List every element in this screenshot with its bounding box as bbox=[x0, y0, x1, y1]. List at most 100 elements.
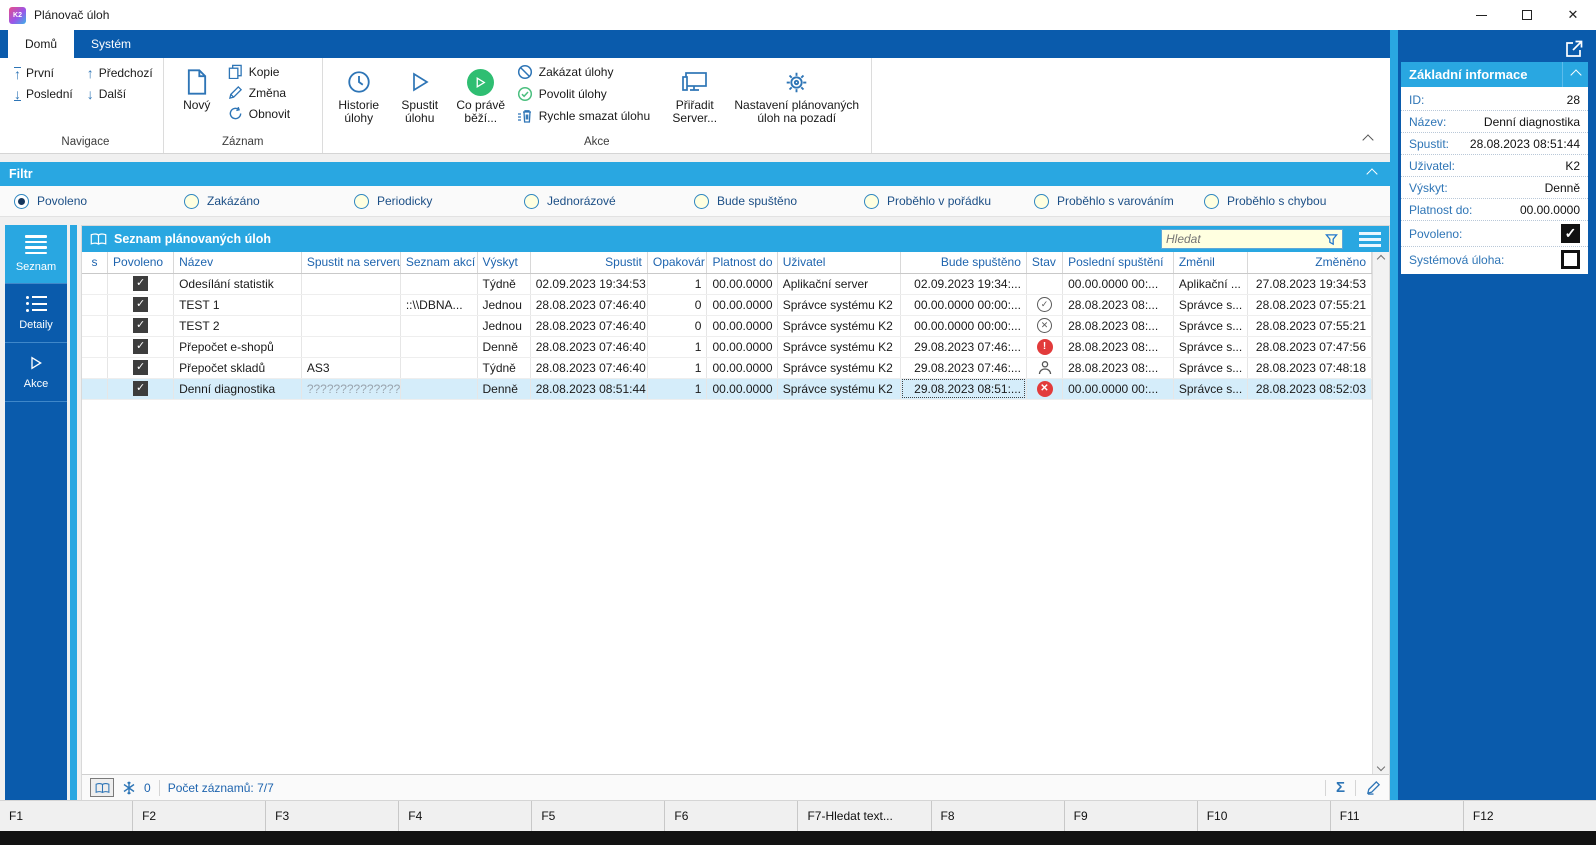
column-header-opakovar[interactable]: Opakovár bbox=[647, 252, 707, 273]
filter-option-periodicky[interactable]: Periodicky bbox=[354, 194, 524, 209]
next-button[interactable]: ↓Další bbox=[87, 87, 153, 101]
cell-akce[interactable] bbox=[400, 273, 477, 294]
cell-vyskyt[interactable]: Týdně bbox=[477, 273, 530, 294]
assign-server-button[interactable]: Přiřadit Server... bbox=[667, 58, 723, 134]
close-button[interactable]: ✕ bbox=[1550, 0, 1596, 30]
column-header-stav[interactable]: Stav bbox=[1026, 252, 1062, 273]
cell-povoleno[interactable]: ✓ bbox=[108, 378, 174, 399]
cell-s[interactable] bbox=[82, 336, 108, 357]
cell-nazev[interactable]: Odesílání statistik bbox=[174, 273, 302, 294]
sidebar-item-detaily[interactable]: Detaily bbox=[5, 284, 67, 343]
fkey-f8[interactable]: F8 bbox=[931, 801, 1064, 831]
cell-s[interactable] bbox=[82, 378, 108, 399]
column-header-server[interactable]: Spustit na serveru bbox=[301, 252, 400, 273]
cell-opakovar[interactable]: 1 bbox=[647, 357, 707, 378]
quick-delete-button[interactable]: Rychle smazat úlohu bbox=[517, 108, 659, 124]
fkey-f1[interactable]: F1 bbox=[0, 801, 132, 831]
column-header-nazev[interactable]: Název bbox=[174, 252, 302, 273]
cell-vyskyt[interactable]: Jednou bbox=[477, 315, 530, 336]
column-header-povoleno[interactable]: Povoleno bbox=[108, 252, 174, 273]
cell-zmeneno[interactable]: 28.08.2023 07:55:21 bbox=[1248, 294, 1372, 315]
cell-opakovar[interactable]: 1 bbox=[647, 273, 707, 294]
filter-option-povoleno[interactable]: Povoleno bbox=[14, 194, 184, 209]
fkey-f6[interactable]: F6 bbox=[664, 801, 797, 831]
table-row[interactable]: ✓TEST 1::\\DBNA...Jednou28.08.2023 07:46… bbox=[82, 294, 1372, 315]
checkbox-unchecked-icon[interactable] bbox=[1561, 250, 1580, 269]
cell-akce[interactable] bbox=[400, 357, 477, 378]
column-header-spustit[interactable]: Spustit bbox=[530, 252, 647, 273]
cell-bude[interactable]: 00.00.0000 00:00:... bbox=[901, 294, 1027, 315]
cell-bude[interactable]: 29.08.2023 07:46:... bbox=[901, 357, 1027, 378]
checkbox-checked-icon[interactable]: ✓ bbox=[1561, 224, 1580, 243]
cell-bude[interactable]: 29.08.2023 08:51:... bbox=[901, 378, 1027, 399]
sidebar-splitter[interactable] bbox=[70, 225, 77, 800]
cell-posledni[interactable]: 28.08.2023 08:... bbox=[1063, 315, 1174, 336]
cell-spustit[interactable]: 28.08.2023 08:51:44 bbox=[530, 378, 647, 399]
cell-nazev[interactable]: Přepočet e-shopů bbox=[174, 336, 302, 357]
cell-povoleno[interactable]: ✓ bbox=[108, 273, 174, 294]
filter-option-prob-hlo-s-varov-n-m[interactable]: Proběhlo s varováním bbox=[1034, 194, 1204, 209]
cell-posledni[interactable]: 00.00.0000 00:... bbox=[1063, 273, 1174, 294]
last-button[interactable]: ↓Poslední bbox=[14, 87, 73, 101]
cell-akce[interactable] bbox=[400, 378, 477, 399]
cell-platnost[interactable]: 00.00.0000 bbox=[707, 378, 777, 399]
cell-povoleno[interactable]: ✓ bbox=[108, 294, 174, 315]
sidebar-item-seznam[interactable]: Seznam bbox=[5, 225, 67, 284]
column-header-zmeneno[interactable]: Změněno bbox=[1248, 252, 1372, 273]
cell-stav[interactable]: ✕ bbox=[1026, 378, 1062, 399]
filter-option-bude-spu-t-no[interactable]: Bude spuštěno bbox=[694, 194, 864, 209]
column-header-platnost[interactable]: Platnost do bbox=[707, 252, 777, 273]
book-view-button[interactable] bbox=[90, 778, 114, 797]
vertical-scrollbar[interactable] bbox=[1372, 252, 1389, 774]
new-button[interactable]: Nový bbox=[172, 58, 222, 134]
fkey-f11[interactable]: F11 bbox=[1330, 801, 1463, 831]
cell-spustit[interactable]: 28.08.2023 07:46:40 bbox=[530, 294, 647, 315]
cell-povoleno[interactable]: ✓ bbox=[108, 357, 174, 378]
open-external-icon[interactable] bbox=[1564, 39, 1584, 59]
scroll-up-icon[interactable] bbox=[1377, 255, 1385, 263]
cell-server[interactable] bbox=[301, 294, 400, 315]
cell-vyskyt[interactable]: Denně bbox=[477, 378, 530, 399]
fkey-f2[interactable]: F2 bbox=[132, 801, 265, 831]
cell-uzivatel[interactable]: Správce systému K2 bbox=[777, 357, 901, 378]
cell-bude[interactable]: 02.09.2023 19:34:... bbox=[901, 273, 1027, 294]
cell-uzivatel[interactable]: Správce systému K2 bbox=[777, 378, 901, 399]
sidebar-item-akce[interactable]: Akce bbox=[5, 343, 67, 402]
previous-button[interactable]: ↑Předchozí bbox=[87, 66, 153, 80]
edit-pencil-button[interactable] bbox=[1366, 780, 1381, 795]
filter-option-jednor-zov-[interactable]: Jednorázové bbox=[524, 194, 694, 209]
fkey-f3[interactable]: F3 bbox=[265, 801, 398, 831]
minimize-button[interactable] bbox=[1458, 0, 1504, 30]
cell-stav[interactable]: ✓ bbox=[1026, 294, 1062, 315]
fkey-f7[interactable]: F7-Hledat text... bbox=[797, 801, 930, 831]
cell-s[interactable] bbox=[82, 315, 108, 336]
tab-system[interactable]: Systém bbox=[74, 30, 148, 58]
cell-stav[interactable] bbox=[1026, 273, 1062, 294]
column-header-vyskyt[interactable]: Výskyt bbox=[477, 252, 530, 273]
cell-platnost[interactable]: 00.00.0000 bbox=[707, 315, 777, 336]
cell-nazev[interactable]: TEST 2 bbox=[174, 315, 302, 336]
cell-akce[interactable] bbox=[400, 336, 477, 357]
cell-posledni[interactable]: 28.08.2023 08:... bbox=[1063, 294, 1174, 315]
cell-stav[interactable]: ✕ bbox=[1026, 315, 1062, 336]
cell-server[interactable]: AS3 bbox=[301, 357, 400, 378]
first-button[interactable]: ↑První bbox=[14, 66, 73, 80]
column-header-s[interactable]: s bbox=[82, 252, 108, 273]
cell-uzivatel[interactable]: Správce systému K2 bbox=[777, 315, 901, 336]
cell-platnost[interactable]: 00.00.0000 bbox=[707, 273, 777, 294]
copy-button[interactable]: Kopie bbox=[228, 64, 314, 79]
cell-opakovar[interactable]: 1 bbox=[647, 378, 707, 399]
cell-zmeneno[interactable]: 28.08.2023 07:47:56 bbox=[1248, 336, 1372, 357]
cell-zmeneno[interactable]: 27.08.2023 19:34:53 bbox=[1248, 273, 1372, 294]
cell-spustit[interactable]: 28.08.2023 07:46:40 bbox=[530, 315, 647, 336]
cell-s[interactable] bbox=[82, 273, 108, 294]
cell-vyskyt[interactable]: Týdně bbox=[477, 357, 530, 378]
column-header-bude[interactable]: Bude spuštěno bbox=[901, 252, 1027, 273]
task-history-button[interactable]: Historie úlohy bbox=[331, 58, 387, 134]
filter-option-prob-hlo-s-chybou[interactable]: Proběhlo s chybou bbox=[1204, 194, 1374, 209]
table-row[interactable]: ✓TEST 2Jednou28.08.2023 07:46:40000.00.0… bbox=[82, 315, 1372, 336]
fkey-f12[interactable]: F12 bbox=[1463, 801, 1596, 831]
table-menu-button[interactable] bbox=[1357, 230, 1383, 249]
fkey-f5[interactable]: F5 bbox=[531, 801, 664, 831]
column-header-akce[interactable]: Seznam akcí bbox=[400, 252, 477, 273]
